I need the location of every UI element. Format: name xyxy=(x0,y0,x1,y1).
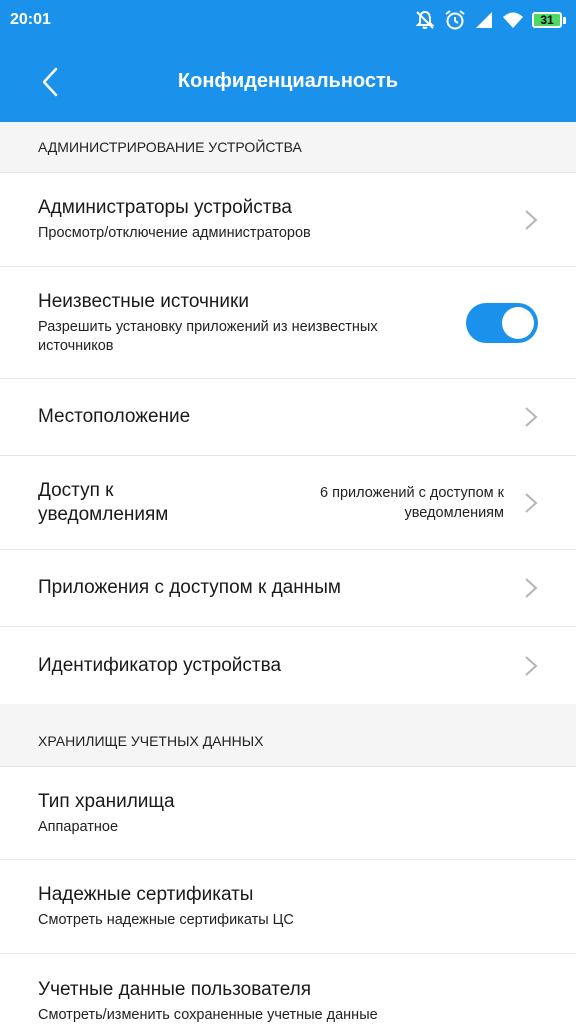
row-storage-type[interactable]: Тип хранилища Аппаратное xyxy=(0,767,576,860)
row-subtitle: Аппаратное xyxy=(38,818,119,835)
row-title: Учетные данные пользователя xyxy=(38,978,312,1000)
row-subtitle: Просмотр/отключение администраторов xyxy=(38,225,311,241)
row-notification-access[interactable]: Доступ к уведомлениям 6 приложений с дос… xyxy=(0,456,576,550)
row-title: Приложения с доступом к данным xyxy=(38,577,341,598)
battery-icon: 31 xyxy=(532,12,566,28)
notifications-off-icon xyxy=(414,10,436,30)
row-title: Местоположение xyxy=(38,406,191,427)
chevron-right-icon xyxy=(525,407,538,427)
chevron-right-icon xyxy=(525,492,538,513)
row-title: Надежные сертификаты xyxy=(38,884,254,905)
chevron-right-icon xyxy=(525,209,538,230)
section-header-credential-storage: ХРАНИЛИЩЕ УЧЕТНЫХ ДАННЫХ xyxy=(0,716,576,767)
wifi-icon xyxy=(502,11,524,29)
status-time: 20:01 xyxy=(10,11,51,28)
row-subtitle: Смотреть/изменить сохраненные учетные да… xyxy=(38,1006,378,1023)
status-bar: 20:01 31 xyxy=(0,0,576,40)
row-user-credentials[interactable]: Учетные данные пользователя Смотреть/изм… xyxy=(0,954,576,1024)
status-icons: 31 xyxy=(414,9,566,31)
chevron-right-icon xyxy=(525,655,538,676)
row-title: Администраторы устройства xyxy=(38,197,292,218)
section-divider xyxy=(0,704,576,716)
chevron-right-icon xyxy=(525,578,538,598)
back-button[interactable] xyxy=(30,62,70,102)
page-title: Конфиденциальность xyxy=(177,69,399,92)
row-subtitle: Разрешить установку приложений из неизве… xyxy=(38,318,378,354)
row-trusted-certs[interactable]: Надежные сертификаты Смотреть надежные с… xyxy=(0,860,576,954)
row-title: Идентификатор устройства xyxy=(38,654,282,676)
row-unknown-sources[interactable]: Неизвестные источники Разрешить установк… xyxy=(0,267,576,379)
alarm-icon xyxy=(444,9,466,31)
toggle-knob xyxy=(502,306,534,339)
row-title: Доступ к уведомлениям xyxy=(38,479,169,525)
row-title: Неизвестные источники xyxy=(38,290,249,312)
unknown-sources-toggle[interactable] xyxy=(466,302,538,343)
row-value: 6 приложений с доступом к уведомлениям xyxy=(320,484,504,521)
app-bar: Конфиденциальность xyxy=(0,40,576,122)
row-apps-data-access[interactable]: Приложения с доступом к данным xyxy=(0,550,576,627)
battery-level: 31 xyxy=(532,12,562,28)
chevron-left-icon xyxy=(42,67,58,97)
row-device-admins[interactable]: Администраторы устройства Просмотр/отклю… xyxy=(0,173,576,267)
row-subtitle: Смотреть надежные сертификаты ЦС xyxy=(38,912,294,928)
row-location[interactable]: Местоположение xyxy=(0,379,576,456)
row-title: Тип хранилища xyxy=(38,790,175,812)
row-device-id[interactable]: Идентификатор устройства xyxy=(0,627,576,704)
settings-list: АДМИНИСТРИРОВАНИЕ УСТРОЙСТВА Администрат… xyxy=(0,122,576,1024)
signal-icon xyxy=(474,11,494,29)
section-header-device-admin: АДМИНИСТРИРОВАНИЕ УСТРОЙСТВА xyxy=(0,122,576,173)
